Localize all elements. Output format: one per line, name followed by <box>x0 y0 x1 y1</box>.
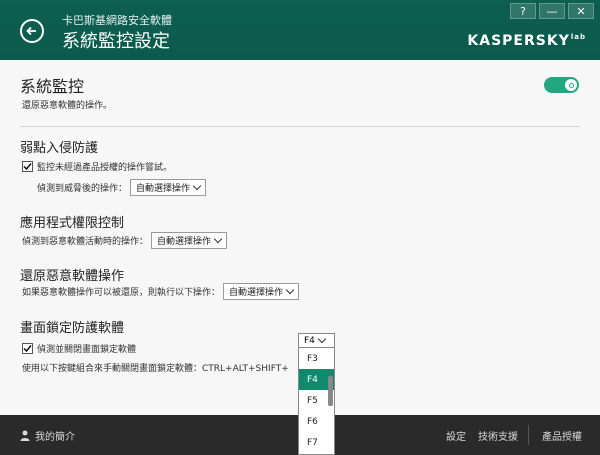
shortcut-key-dropdown: F3 F4 F5 F6 F7 <box>298 348 335 455</box>
divider <box>20 126 580 127</box>
page-title: 系統監控設定 <box>62 31 170 52</box>
dropdown-scrollbar[interactable] <box>328 376 333 406</box>
rollback-action-value: 自動選擇操作 <box>229 288 284 298</box>
screen-lock-title: 畫面鎖定防護軟體 <box>20 321 125 336</box>
exploit-action-row: 偵測到威脅後的操作： 自動選擇操作 <box>37 179 207 196</box>
rollback-action-row: 如果惡意軟體操作可以被還原，則執行以下操作： 自動選擇操作 <box>22 283 300 300</box>
logo-suffix: lab <box>570 33 586 42</box>
exploit-checkbox-row: 監控未經過產品授權的操作嘗試。 <box>22 160 172 173</box>
window-controls: ? — ✕ <box>510 3 594 19</box>
checkmark-icon <box>23 345 32 353</box>
license-link[interactable]: 產品授權 <box>542 428 582 443</box>
app-control-action-label: 偵測到惡意軟體活動時的操作： <box>22 237 149 247</box>
app-control-action-row: 偵測到惡意軟體活動時的操作： 自動選擇操作 <box>22 232 228 249</box>
exploit-action-select[interactable]: 自動選擇操作 <box>130 179 207 196</box>
kaspersky-logo: KASPERSKYlab <box>467 33 586 49</box>
chevron-down-icon <box>192 181 202 191</box>
settings-link[interactable]: 設定 <box>446 428 466 443</box>
app-control-title: 應用程式權限控制 <box>20 216 125 231</box>
user-icon <box>20 430 30 441</box>
my-profile-label: 我的簡介 <box>35 432 75 443</box>
settings-window: 卡巴斯基網路安全軟體 系統監控設定 ? — ✕ KASPERSKYlab 系統監… <box>0 0 600 455</box>
exploit-action-label: 偵測到威脅後的操作： <box>37 184 128 194</box>
back-button[interactable] <box>20 19 44 43</box>
screen-lock-checkbox-label: 偵測並關閉畫面鎖定軟體 <box>37 345 137 355</box>
support-link[interactable]: 技術支援 <box>478 428 518 443</box>
exploit-checkbox-label: 監控未經過產品授權的操作嘗試。 <box>37 163 173 173</box>
minimize-button[interactable]: — <box>539 3 565 19</box>
app-control-action-value: 自動選擇操作 <box>157 237 212 247</box>
screen-lock-checkbox[interactable] <box>22 343 33 354</box>
dropdown-option-f3[interactable]: F3 <box>299 348 334 369</box>
help-button[interactable]: ? <box>510 3 536 19</box>
section-title: 系統監控 <box>20 77 85 96</box>
checkmark-icon <box>23 163 32 171</box>
exploit-action-value: 自動選擇操作 <box>136 184 191 194</box>
logo-text: KASPERSKY <box>467 33 570 49</box>
exploit-prevention-title: 弱點入侵防護 <box>20 141 99 156</box>
arrow-left-icon <box>26 26 36 36</box>
dropdown-option-f6[interactable]: F6 <box>299 411 334 432</box>
system-watcher-toggle[interactable] <box>544 77 579 93</box>
screen-lock-checkbox-row: 偵測並關閉畫面鎖定軟體 <box>22 342 136 355</box>
toggle-knob <box>565 79 577 91</box>
chevron-down-icon <box>213 234 223 244</box>
rollback-action-select[interactable]: 自動選擇操作 <box>223 283 300 300</box>
exploit-checkbox[interactable] <box>22 161 33 172</box>
dropdown-option-f7[interactable]: F7 <box>299 432 334 453</box>
close-button[interactable]: ✕ <box>568 3 594 19</box>
my-profile-link[interactable]: 我的簡介 <box>20 428 75 443</box>
app-control-action-select[interactable]: 自動選擇操作 <box>151 232 228 249</box>
shortcut-key-select[interactable]: F4 <box>298 333 335 348</box>
screen-lock-shortcut-row: 使用以下按鍵組合來手動關閉畫面鎖定軟體：CTRL+ALT+SHIFT+ <box>22 361 289 374</box>
footer-links: 設定 技術支援 <box>446 428 518 443</box>
section-description: 還原惡意軟體的操作。 <box>22 101 113 111</box>
footer-divider <box>528 425 529 445</box>
shortcut-key-value: F4 <box>304 335 315 346</box>
chevron-down-icon <box>317 334 327 344</box>
chevron-down-icon <box>285 285 295 295</box>
screen-lock-shortcut-label: 使用以下按鍵組合來手動關閉畫面鎖定軟體：CTRL+ALT+SHIFT+ <box>22 364 289 374</box>
rollback-title: 還原惡意軟體操作 <box>20 269 125 284</box>
app-name: 卡巴斯基網路安全軟體 <box>62 14 172 27</box>
title-bar: 卡巴斯基網路安全軟體 系統監控設定 ? — ✕ KASPERSKYlab <box>0 0 600 60</box>
rollback-action-label: 如果惡意軟體操作可以被還原，則執行以下操作： <box>22 288 221 298</box>
